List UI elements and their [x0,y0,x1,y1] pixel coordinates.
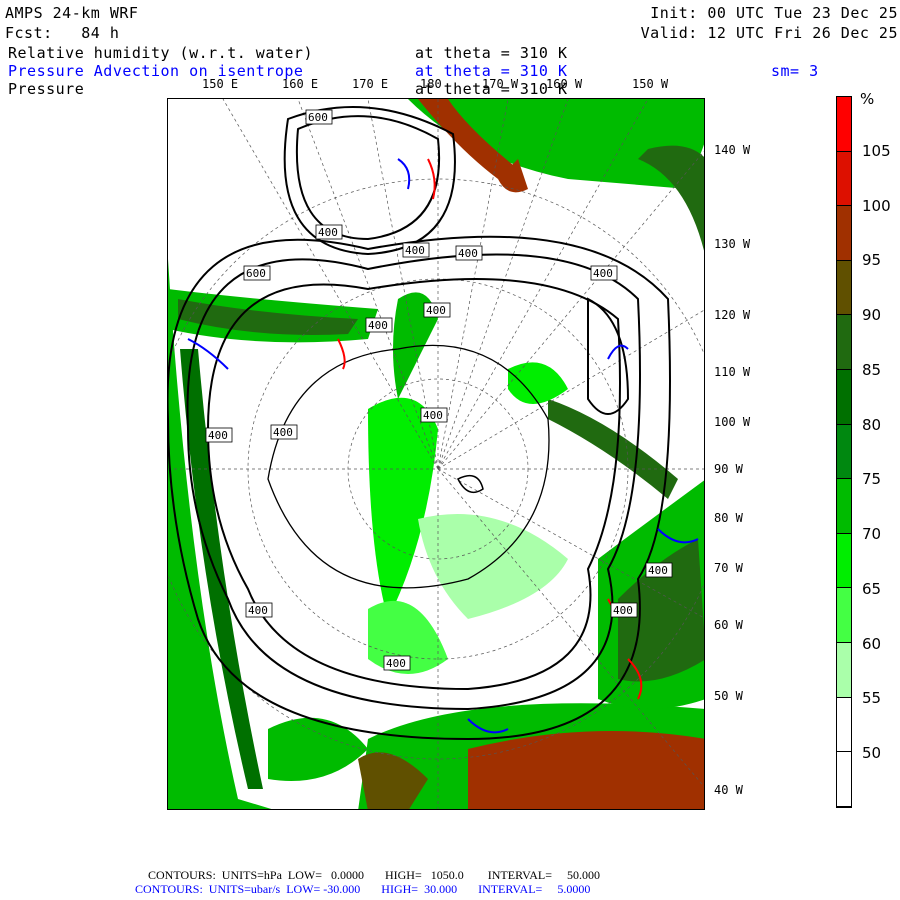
colorbar-swatch [837,97,851,152]
smoothing: sm= 3 [771,62,819,80]
field-pressure-advection: Pressure Advection on isentrope [8,62,304,80]
map-panel: 600 400 400 400 400 600 400 400 400 400 400 400 400 4… [167,98,705,810]
colorbar-label: 75 [862,470,882,489]
contour-label: 400 [208,429,228,442]
footer-pressure-contours: CONTOURS: UNITS=hPa LOW= 0.0000 HIGH= 10… [148,868,600,882]
colorbar-swatch [837,260,851,316]
top-lon-label: 160 W [546,77,583,91]
contour-label: 400 [405,244,425,257]
right-lon-label: 90 W [714,462,743,476]
colorbar-swatch [837,588,851,644]
contour-label: 400 [613,604,633,617]
colorbar-swatch [837,206,851,261]
colorbar-swatch [837,643,851,698]
colorbar-swatch [837,533,851,589]
contour-label: 600 [308,111,328,124]
contour-label: 400 [458,247,478,260]
colorbar-label: 65 [862,579,882,598]
colorbar-label: 55 [862,689,882,708]
right-lon-label: 50 W [714,689,743,703]
contour-label: 400 [248,604,268,617]
right-lon-label: 70 W [714,561,743,575]
right-lon-label: 100 W [714,415,751,429]
colorbar-label: 95 [862,251,882,270]
contour-label: 400 [593,267,613,280]
contour-label: 400 [426,304,446,317]
right-lon-label: 40 W [714,783,743,797]
contour-label: 600 [246,267,266,280]
top-lon-label: 150 E [202,77,239,91]
right-lon-label: 120 W [714,308,751,322]
colorbar-swatch [837,151,851,207]
footer-advection-contours: CONTOURS: UNITS=ubar/s LOW= -30.000 HIGH… [135,882,591,896]
contour-label: 400 [648,564,668,577]
contour-label: 400 [386,657,406,670]
top-lon-label: 150 W [632,77,669,91]
colorbar-unit: % [860,90,875,108]
colorbar-label: 90 [862,306,882,325]
colorbar-label: 105 [862,141,891,160]
right-lon-label: 110 W [714,365,751,379]
field-pressure: Pressure [8,80,85,98]
right-lon-label: 80 W [714,511,743,525]
colorbar-label: 80 [862,415,882,434]
colorbar-label: 60 [862,634,882,653]
colorbar-label: 100 [862,196,891,215]
right-lon-label: 140 W [714,143,751,157]
forecast-hour: Fcst: 84 h [5,24,120,42]
map-canvas: 600 400 400 400 400 600 400 400 400 400 400 400 400 4… [168,99,704,809]
field-rh: Relative humidity (w.r.t. water) [8,44,313,62]
right-lon-label: 130 W [714,237,751,251]
colorbar-swatch [837,424,851,480]
humidity-fill [168,99,704,809]
field-rh-level: at theta = 310 K [415,44,568,62]
colorbar-swatch [837,479,851,534]
top-lon-label: 170 E [352,77,389,91]
colorbar-swatch [837,752,851,807]
colorbar-swatch [837,315,851,371]
colorbar-label: 50 [862,744,882,763]
weather-map-page: AMPS 24-km WRF Init: 00 UTC Tue 23 Dec 2… [0,0,900,900]
contour-label: 400 [423,409,443,422]
top-lon-label: 170 W [482,77,519,91]
colorbar [836,96,852,808]
contour-label: 400 [368,319,388,332]
top-lon-label: 160 E [282,77,319,91]
model-title: AMPS 24-km WRF [5,4,139,22]
top-lon-label: 180 [420,77,442,91]
init-time: Init: 00 UTC Tue 23 Dec 25 [650,4,898,22]
valid-time: Valid: 12 UTC Fri 26 Dec 25 [640,24,898,42]
colorbar-label: 70 [862,525,882,544]
right-lon-label: 60 W [714,618,743,632]
contour-label: 400 [273,426,293,439]
colorbar-swatch [837,697,851,753]
contour-label: 400 [318,226,338,239]
colorbar-label: 85 [862,360,882,379]
colorbar-swatch [837,370,851,425]
